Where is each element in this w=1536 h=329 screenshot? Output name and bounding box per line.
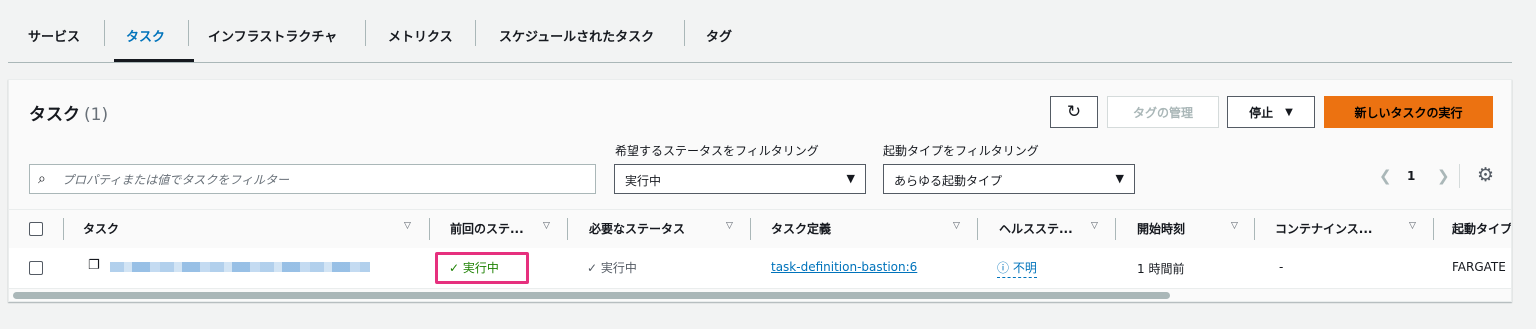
tasks-panel: タスク (1) ↻ タグの管理 停止 ▼ 新しいタスクの実行 希望するステータスを… [8, 79, 1512, 302]
task-id-link-redacted[interactable] [110, 262, 370, 272]
caret-down-icon: ▼ [1285, 106, 1293, 118]
column-header-last-status[interactable]: 前回のステ... [450, 220, 524, 237]
column-divider [750, 218, 751, 240]
sort-icon[interactable]: ▽ [726, 221, 733, 231]
caret-down-icon: ▼ [846, 172, 855, 185]
tab-divider [365, 20, 366, 46]
check-circle-icon: ✓︎ [587, 261, 598, 275]
info-icon: ⓘ [997, 261, 1010, 275]
manage-tags-button[interactable]: タグの管理 [1107, 96, 1219, 128]
sort-icon[interactable]: ▽ [953, 221, 960, 231]
tab-divider [104, 20, 105, 46]
sort-icon[interactable]: ▽ [404, 221, 411, 231]
current-page[interactable]: 1 [1407, 169, 1415, 183]
column-divider [1115, 218, 1116, 240]
stop-button-label: 停止 [1249, 105, 1274, 120]
tab-bar: サービス タスク インフラストラクチャ メトリクス スケジュールされたタスク タ… [8, 0, 1512, 63]
table-row: ❐ ✓︎ 実行中 ✓︎ 実行中 task-definition-bastion:… [9, 248, 1511, 289]
health-status-text: 不明 [1012, 261, 1037, 275]
column-header-health-status[interactable]: ヘルスステ... [999, 220, 1073, 237]
tab-tasks[interactable]: タスク [126, 26, 165, 45]
tab-divider [475, 20, 476, 46]
column-header-desired-status[interactable]: 必要なステータス [589, 220, 685, 237]
scrollbar-thumb[interactable] [13, 292, 1170, 299]
copy-icon[interactable]: ❐ [88, 258, 100, 273]
check-circle-icon: ✓︎ [449, 261, 460, 275]
started-at-cell: 1 時間前 [1137, 262, 1185, 276]
run-new-task-button[interactable]: 新しいタスクの実行 [1324, 96, 1493, 128]
desired-status-select[interactable]: 実行中 ▼ [614, 164, 866, 194]
column-header-started-at[interactable]: 開始時刻 [1137, 220, 1185, 237]
desired-status-text: 実行中 [600, 261, 637, 275]
desired-status-value: 実行中 [625, 174, 662, 188]
sort-icon[interactable]: ▽ [1231, 221, 1238, 231]
gear-icon[interactable]: ⚙ [1477, 164, 1494, 186]
table-header: タスク ▽ 前回のステ... ▽ 必要なステータス ▽ タスク定義 ▽ ヘルスス… [9, 209, 1511, 249]
tab-metrics[interactable]: メトリクス [388, 26, 453, 45]
select-all-checkbox[interactable] [29, 222, 43, 236]
refresh-button[interactable]: ↻ [1050, 96, 1098, 128]
column-divider [63, 218, 64, 240]
container-instance-cell: - [1279, 260, 1284, 274]
column-header-container-instance[interactable]: コンテナインス... [1275, 220, 1372, 237]
active-tab-indicator [114, 59, 194, 62]
desired-status-filter-label: 希望するステータスをフィルタリング [615, 144, 819, 158]
sort-icon[interactable]: ▽ [1091, 221, 1098, 231]
column-divider [977, 218, 978, 240]
column-divider [567, 218, 568, 240]
launch-type-filter-label: 起動タイプをフィルタリング [883, 144, 1039, 158]
column-divider [1254, 218, 1255, 240]
tab-tags[interactable]: タグ [706, 26, 732, 45]
search-icon: ⌕ [38, 171, 46, 187]
pager-divider [1459, 164, 1460, 188]
panel-title: タスク (1) [29, 100, 108, 125]
tab-divider [188, 20, 189, 46]
next-page-icon[interactable]: ❯ [1437, 167, 1450, 185]
task-definition-link[interactable]: task-definition-bastion:6 [771, 260, 917, 274]
last-status-text: 実行中 [462, 261, 499, 275]
task-search-box: ⌕ [29, 164, 596, 195]
last-status-running: ✓︎ 実行中 [449, 259, 499, 276]
column-divider [429, 218, 430, 240]
desired-status-cell: ✓︎ 実行中 [587, 259, 637, 276]
launch-type-value: あらゆる起動タイプ [894, 174, 1003, 188]
task-count: (1) [84, 105, 109, 125]
tab-infrastructure[interactable]: インフラストラクチャ [208, 26, 337, 45]
stop-button[interactable]: 停止 ▼ [1227, 96, 1315, 128]
sort-icon[interactable]: ▽ [543, 221, 550, 231]
tab-services[interactable]: サービス [28, 26, 80, 45]
sort-icon[interactable]: ▽ [1409, 221, 1416, 231]
column-header-task[interactable]: タスク [83, 220, 119, 237]
column-header-launch-type[interactable]: 起動タイプ [1452, 220, 1511, 237]
refresh-icon: ↻ [1066, 102, 1082, 122]
launch-type-cell: FARGATE [1452, 260, 1506, 274]
panel-title-text: タスク [29, 105, 80, 125]
row-checkbox[interactable] [29, 261, 43, 275]
caret-down-icon: ▼ [1115, 172, 1124, 185]
column-header-task-definition[interactable]: タスク定義 [771, 220, 831, 237]
horizontal-scrollbar[interactable] [9, 290, 1511, 300]
health-status-cell[interactable]: ⓘ 不明 [997, 259, 1037, 278]
column-divider [1433, 218, 1434, 240]
task-search-input[interactable] [60, 165, 584, 195]
tab-scheduled-tasks[interactable]: スケジュールされたタスク [499, 26, 654, 45]
tab-divider [684, 20, 685, 46]
launch-type-select[interactable]: あらゆる起動タイプ ▼ [883, 164, 1135, 194]
previous-page-icon[interactable]: ❮ [1379, 167, 1392, 185]
